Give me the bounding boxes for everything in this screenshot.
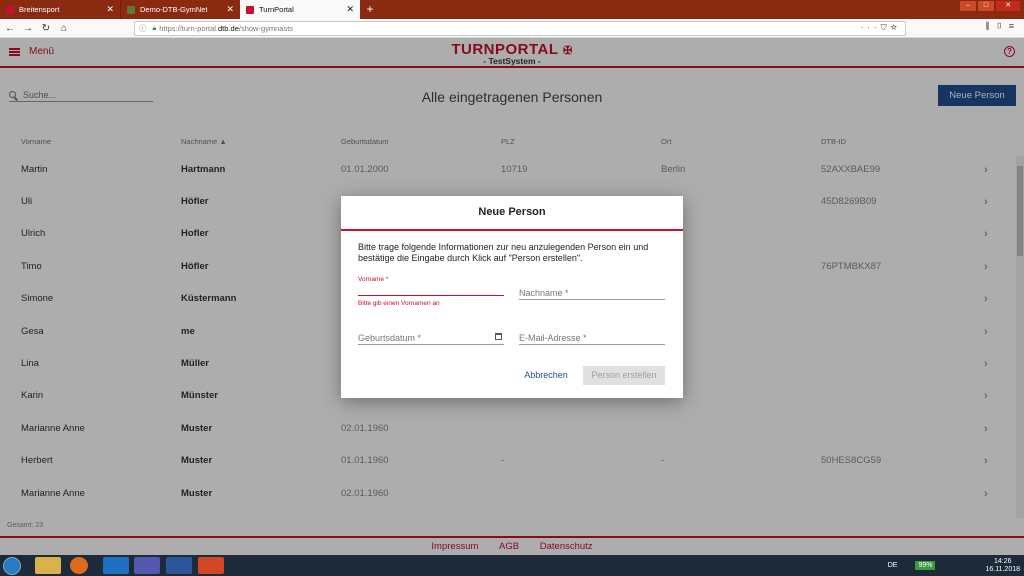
lock-icon: 🔒︎ (152, 24, 157, 32)
gymnet-favicon-icon (127, 5, 135, 14)
close-window-icon[interactable]: ✕ (996, 1, 1020, 11)
battery-indicator[interactable]: 99% (915, 561, 936, 570)
new-tab-icon[interactable]: + (360, 0, 380, 19)
page-actions: ···⛉☆ (861, 23, 901, 33)
clock[interactable]: 14:26 16.11.2018 (985, 558, 1020, 574)
lastname-field[interactable]: Nachname * (519, 287, 665, 300)
lastname-input[interactable]: Nachname * (519, 287, 665, 300)
toolbar-right: ⫼▯≡ (985, 21, 1020, 32)
tab-turnportal[interactable]: TurnPortal ✕ (240, 0, 360, 19)
home-icon[interactable]: ⌂ (56, 23, 72, 34)
url-path: /show-gymnasts (238, 24, 294, 33)
firstname-field[interactable]: Vorname * Bitte gib einen Vornamen an (358, 276, 504, 307)
new-person-dialog: Neue Person Bitte trage folgende Informa… (341, 196, 683, 398)
clock-time: 14:26 (993, 557, 1012, 565)
firstname-input[interactable] (358, 283, 504, 296)
system-tray: DE 99% 14:26 16.11.2018 (888, 556, 1020, 575)
teams-icon[interactable] (134, 557, 160, 574)
dialog-instructions: Bitte trage folgende Informationen zur n… (358, 242, 649, 263)
forward-icon[interactable]: → (20, 23, 36, 34)
overflow-menu-icon[interactable]: ≡ (1009, 21, 1020, 31)
word-icon[interactable] (166, 557, 192, 574)
close-tab-icon[interactable]: ✕ (106, 4, 114, 15)
url-bar[interactable]: ⓘ 🔒︎ https://turn-portal. dtb.de/show-gym… (134, 21, 906, 36)
clock-date: 16.11.2018 (985, 565, 1020, 573)
dtb-favicon-icon (246, 5, 254, 14)
tab-title: Breitensport (19, 5, 60, 14)
library-icon[interactable]: ⫼ (985, 21, 995, 31)
windows-start-icon[interactable] (3, 557, 21, 575)
firstname-label: Vorname * (358, 276, 389, 283)
sidebar-icon[interactable]: ▯ (996, 21, 1009, 31)
maximize-icon[interactable]: □ (978, 1, 994, 11)
email-field[interactable]: E-Mail-Adresse * (519, 332, 665, 345)
close-tab-icon[interactable]: ✕ (226, 4, 234, 15)
firstname-error: Bitte gib einen Vornamen an (358, 300, 440, 307)
cancel-button[interactable]: Abbrechen (520, 366, 572, 385)
powerpoint-icon[interactable] (198, 557, 224, 574)
url-domain: dtb.de (218, 24, 239, 33)
minimize-icon[interactable]: – (960, 1, 976, 11)
url-prefix: https://turn-portal. (159, 24, 219, 33)
birthdate-placeholder: Geburtsdatum * (358, 333, 422, 343)
bookmark-star-icon[interactable]: ☆ (891, 23, 901, 32)
reload-icon[interactable]: ↻ (38, 23, 54, 34)
file-explorer-icon[interactable] (35, 557, 61, 574)
info-icon[interactable]: ⓘ (139, 23, 147, 34)
windows-taskbar: DE 99% 14:26 16.11.2018 (0, 555, 1024, 576)
birthdate-input[interactable]: Geburtsdatum * (358, 332, 504, 345)
tab-breitensport[interactable]: Breitensport ✕ (0, 0, 120, 19)
more-actions-icon[interactable]: ··· (861, 23, 881, 32)
outlook-icon[interactable] (103, 557, 129, 574)
calendar-icon[interactable] (495, 333, 502, 340)
create-person-button[interactable]: Person erstellen (583, 366, 665, 385)
close-tab-icon[interactable]: ✕ (346, 4, 354, 15)
birthdate-field[interactable]: Geburtsdatum * (358, 332, 504, 345)
email-input[interactable]: E-Mail-Adresse * (519, 332, 665, 345)
browser-tab-bar: Breitensport ✕ Demo-DTB-GymNet ✕ TurnPor… (0, 0, 1024, 19)
dialog-title: Neue Person (341, 196, 683, 231)
pocket-icon[interactable]: ⛉ (881, 23, 891, 32)
browser-nav-bar: ← → ↻ ⌂ ⓘ 🔒︎ https://turn-portal. dtb.de /… (0, 19, 1024, 38)
back-icon[interactable]: ← (2, 23, 18, 34)
firefox-icon[interactable] (70, 557, 88, 574)
window-controls: – □ ✕ (960, 1, 1020, 11)
tab-title: TurnPortal (259, 5, 294, 14)
tab-title: Demo-DTB-GymNet (140, 5, 208, 14)
language-indicator[interactable]: DE (888, 562, 898, 569)
dtb-favicon-icon (6, 5, 14, 14)
tab-demo-dtb-gymnet[interactable]: Demo-DTB-GymNet ✕ (120, 0, 240, 19)
